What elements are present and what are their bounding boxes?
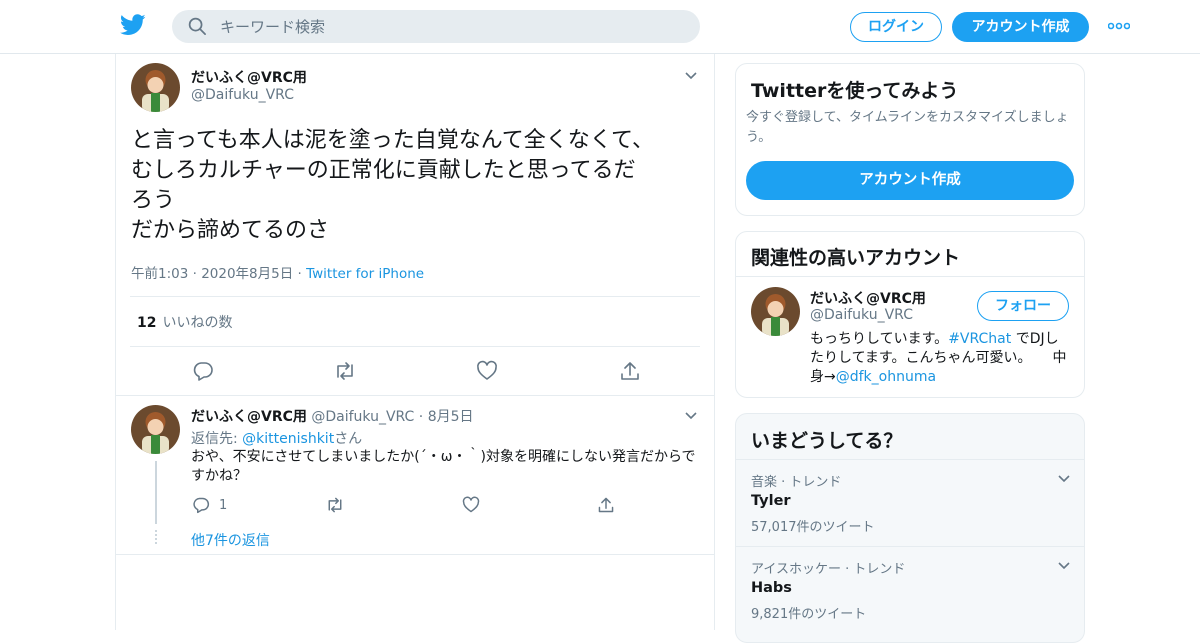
divider — [130, 346, 700, 347]
divider — [130, 296, 700, 297]
author-handle[interactable]: @Daifuku_VRC — [311, 409, 414, 425]
trend-name: Habs — [751, 580, 792, 596]
signup-card-description: 今すぐ登録して、タイムラインをカスタマイズしましょう。 — [746, 110, 1069, 145]
trends-card-title: いまどうしてる？ — [751, 430, 903, 452]
author-handle[interactable]: @Daifuku_VRC — [191, 87, 294, 103]
reply-header: だいふく@VRC用 @Daifuku_VRC · 8月5日 — [191, 406, 474, 426]
search-icon — [188, 17, 206, 35]
signup-card-button[interactable]: アカウント作成 — [746, 161, 1074, 200]
trend-context: アイスホッケー · トレンド — [751, 562, 906, 577]
divider — [736, 459, 1084, 460]
thread-line — [155, 461, 157, 524]
hashtag-link[interactable]: #VRChat — [948, 331, 1011, 347]
related-card-title: 関連性の高いアカウント — [751, 247, 961, 269]
share-icon[interactable] — [597, 496, 615, 514]
reply-text: おや、不安にさせてしまいましたか(´・ω・｀)対象を明確にしない発言だからですか… — [191, 449, 696, 484]
replying-prefix: 返信先: — [191, 431, 243, 447]
more-replies-link[interactable]: 他7件の返信 — [191, 530, 270, 550]
author-name[interactable]: だいふく@VRC用 — [191, 67, 307, 87]
retweet-icon[interactable] — [333, 360, 357, 382]
divider — [116, 554, 714, 555]
signup-card: Twitterを使ってみよう 今すぐ登録して、タイムラインをカスタマイズしましょ… — [735, 63, 1085, 216]
account-bio: もっちりしています。#VRChat でDJしたりしてます。こんちゃん可愛い。 中… — [810, 330, 1068, 387]
dot-separator: · — [418, 409, 424, 425]
search-input[interactable] — [220, 14, 680, 39]
avatar[interactable] — [131, 405, 180, 454]
reply-icon[interactable] — [192, 496, 210, 514]
divider — [736, 276, 1084, 277]
signup-card-title: Twitterを使ってみよう — [751, 80, 959, 102]
tweet-time[interactable]: 午前1:03 — [131, 266, 188, 282]
trend-item[interactable]: 音楽 · トレンド Tyler 57,017件のツイート — [751, 471, 1071, 535]
related-accounts-card: 関連性の高いアカウント だいふく@VRC用 @Daifuku_VRC フォロー … — [735, 231, 1085, 398]
likes-count: 12 — [137, 315, 157, 331]
chevron-down-icon[interactable] — [1057, 474, 1071, 484]
share-icon[interactable] — [619, 360, 641, 382]
replying-suffix: さん — [334, 431, 363, 447]
trend-count: 9,821件のツイート — [751, 607, 867, 622]
tweet-meta: 午前1:03 · 2020年8月5日 · Twitter for iPhone — [131, 266, 425, 282]
account-handle[interactable]: @Daifuku_VRC — [810, 307, 913, 323]
trends-card: いまどうしてる？ 音楽 · トレンド Tyler 57,017件のツイート アイ… — [735, 413, 1085, 643]
timeline-column: だいふく@VRC用 @Daifuku_VRC と言っても本人は泥を塗った自覚なん… — [115, 54, 715, 630]
bio-text: もっちりしています。 — [810, 331, 949, 347]
divider — [736, 546, 1084, 547]
account-name[interactable]: だいふく@VRC用 — [810, 288, 926, 308]
replying-to-link[interactable]: @kittenishkit — [242, 431, 334, 447]
tweet-source-link[interactable]: Twitter for iPhone — [306, 266, 424, 282]
retweet-icon[interactable] — [325, 496, 345, 514]
tweet-date[interactable]: 2020年8月5日 — [201, 266, 293, 282]
divider — [116, 395, 714, 396]
thread-dots — [155, 530, 157, 546]
like-icon[interactable] — [476, 360, 498, 382]
twitter-logo-icon[interactable] — [120, 13, 146, 37]
reply-date[interactable]: 8月5日 — [428, 409, 474, 425]
avatar[interactable] — [131, 63, 180, 112]
chevron-down-icon[interactable] — [684, 411, 698, 421]
more-icon[interactable] — [1108, 20, 1130, 32]
avatar[interactable] — [751, 287, 800, 336]
signup-button[interactable]: アカウント作成 — [952, 12, 1089, 42]
trend-item[interactable]: アイスホッケー · トレンド Habs 9,821件のツイート — [751, 558, 1071, 622]
reply-count: 1 — [219, 498, 228, 513]
replying-to: 返信先: @kittenishkitさん — [191, 428, 362, 448]
chevron-down-icon[interactable] — [1057, 561, 1071, 571]
likes-stat[interactable]: 12 いいねの数 — [137, 312, 232, 332]
follow-button[interactable]: フォロー — [977, 291, 1069, 321]
login-button[interactable]: ログイン — [850, 12, 942, 42]
search-bar — [172, 10, 700, 43]
reply-icon[interactable] — [192, 360, 214, 382]
trend-count: 57,017件のツイート — [751, 520, 875, 535]
likes-label: いいねの数 — [162, 315, 233, 331]
top-bar: ログイン アカウント作成 — [0, 0, 1200, 54]
trend-name: Tyler — [751, 493, 791, 509]
author-name[interactable]: だいふく@VRC用 — [191, 409, 307, 425]
trend-context: 音楽 · トレンド — [751, 475, 842, 490]
mention-link[interactable]: @dfk_ohnuma — [836, 369, 936, 385]
chevron-down-icon[interactable] — [684, 71, 698, 81]
like-icon[interactable] — [462, 496, 480, 514]
tweet-text: と言っても本人は泥を塗った自覚なんて全くなくて、 むしろカルチャーの正常化に貢献… — [131, 128, 654, 243]
